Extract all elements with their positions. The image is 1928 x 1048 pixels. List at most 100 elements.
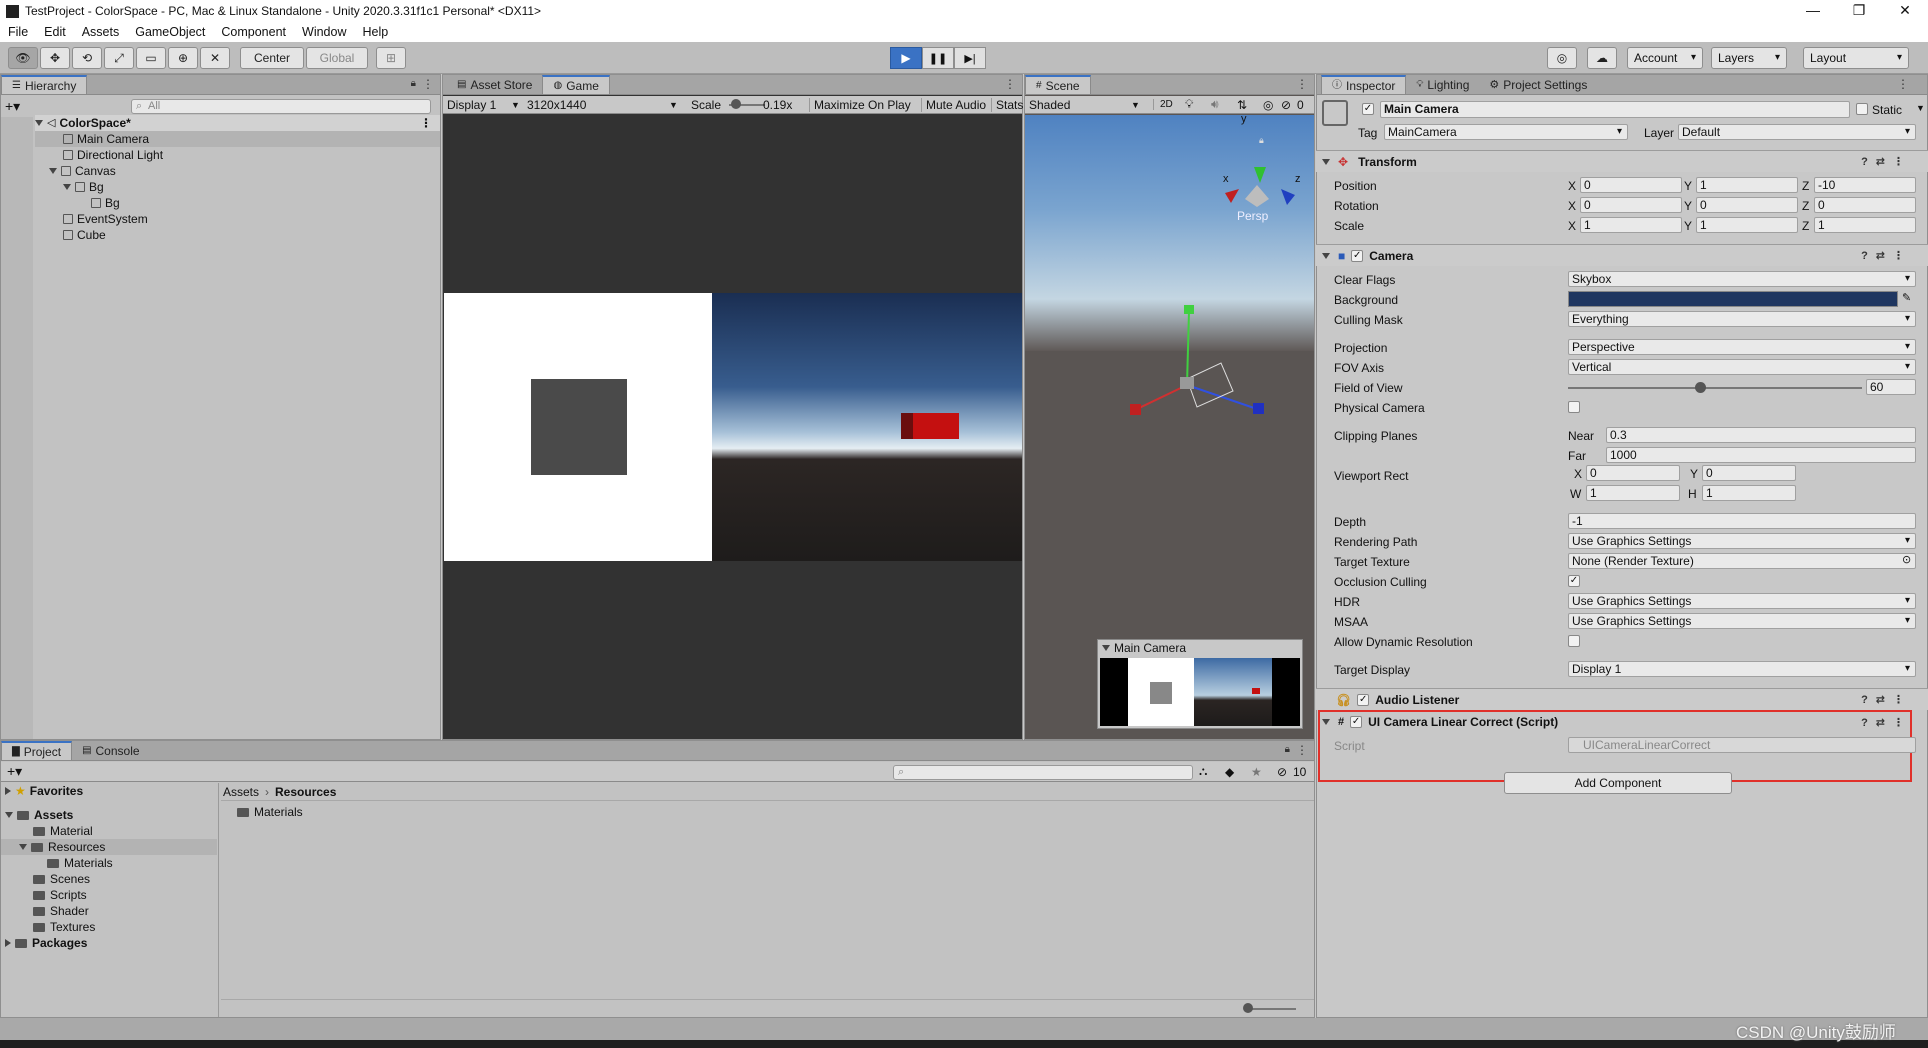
hidden-packages-icon[interactable]: ⊘ bbox=[1277, 765, 1287, 779]
camera-enabled-checkbox[interactable]: ✓ bbox=[1351, 249, 1364, 262]
tree-material[interactable]: Material bbox=[33, 823, 93, 839]
panel-menu-icon[interactable]: ⋮ bbox=[1897, 77, 1909, 91]
viewport-x-field[interactable]: 0 bbox=[1586, 465, 1680, 481]
position-y-field[interactable]: 1 bbox=[1696, 177, 1798, 193]
depth-field[interactable]: -1 bbox=[1568, 513, 1916, 529]
tab-scene[interactable]: # Scene bbox=[1025, 75, 1091, 94]
collab-icon[interactable]: ◎ bbox=[1547, 47, 1577, 69]
tree-materials[interactable]: Materials bbox=[47, 855, 113, 871]
menu-assets[interactable]: Assets bbox=[82, 25, 120, 39]
fov-axis-dropdown[interactable]: Vertical bbox=[1568, 359, 1916, 375]
mute-audio-toggle[interactable]: Mute Audio bbox=[921, 97, 986, 112]
create-plus-icon[interactable]: +▾ bbox=[5, 98, 20, 115]
target-display-dropdown[interactable]: Display 1 bbox=[1568, 661, 1916, 677]
tree-scenes[interactable]: Scenes bbox=[33, 871, 90, 887]
hierarchy-item-bg[interactable]: Bg bbox=[63, 179, 104, 195]
panel-menu-icon[interactable]: ⋮ bbox=[422, 77, 434, 91]
pivot-center-button[interactable]: Center bbox=[240, 47, 304, 69]
expand-arrow-icon[interactable] bbox=[5, 812, 13, 818]
transform-tool-icon[interactable]: ⊕ bbox=[168, 47, 198, 69]
audio-listener-header[interactable]: 🎧︎ ✓ Audio Listener ?⇄⋮ bbox=[1316, 688, 1928, 710]
menu-gameobject[interactable]: GameObject bbox=[135, 25, 205, 39]
tag-dropdown[interactable]: MainCamera bbox=[1384, 124, 1628, 140]
gizmo-lock-icon[interactable]: 🔒︎ bbox=[1259, 135, 1264, 146]
step-button[interactable]: ▶| bbox=[954, 47, 986, 69]
filter-label-icon[interactable]: ◆ bbox=[1225, 765, 1234, 779]
viewport-h-field[interactable]: 1 bbox=[1702, 485, 1796, 501]
component-header-icons[interactable]: ?⇄⋮ bbox=[1861, 155, 1912, 168]
component-header-icons[interactable]: ?⇄⋮ bbox=[1861, 716, 1912, 729]
object-name-field[interactable]: Main Camera bbox=[1380, 101, 1850, 118]
lock-icon[interactable]: 🔒︎ bbox=[1285, 744, 1290, 755]
audio-listener-checkbox[interactable]: ✓ bbox=[1357, 693, 1370, 706]
icon-size-slider-handle[interactable] bbox=[1243, 1003, 1253, 1013]
account-dropdown[interactable]: Account bbox=[1627, 47, 1703, 69]
foldout-arrow-icon[interactable] bbox=[1322, 158, 1330, 165]
tab-lighting[interactable]: 💡︎ Lighting bbox=[1406, 75, 1479, 94]
layer-dropdown[interactable]: Default bbox=[1678, 124, 1916, 140]
tab-inspector[interactable]: ⓘ Inspector bbox=[1321, 75, 1407, 94]
tab-asset-store[interactable]: ▤ Asset Store bbox=[447, 75, 542, 94]
hierarchy-search-input[interactable]: ⌕ All bbox=[131, 99, 431, 114]
menu-edit[interactable]: Edit bbox=[44, 25, 66, 39]
hierarchy-item-directional-light[interactable]: Directional Light bbox=[63, 147, 163, 163]
background-color-field[interactable] bbox=[1568, 291, 1898, 307]
custom-tool-icon[interactable]: ✕ bbox=[200, 47, 230, 69]
breadcrumb-assets[interactable]: Assets bbox=[223, 785, 259, 799]
display-dropdown[interactable]: Display 1 bbox=[447, 98, 496, 112]
pause-button[interactable]: ❚❚ bbox=[922, 47, 954, 69]
position-z-field[interactable]: -10 bbox=[1814, 177, 1916, 193]
viewport-y-field[interactable]: 0 bbox=[1702, 465, 1796, 481]
menu-file[interactable]: File bbox=[8, 25, 28, 39]
hdr-dropdown[interactable]: Use Graphics Settings bbox=[1568, 593, 1916, 609]
tab-game[interactable]: ◍ Game bbox=[542, 75, 610, 94]
pivot-global-button[interactable]: Global bbox=[306, 47, 368, 69]
maximize-on-play-toggle[interactable]: Maximize On Play bbox=[809, 97, 911, 112]
layers-dropdown[interactable]: Layers bbox=[1711, 47, 1787, 69]
move-tool-icon[interactable]: ✥ bbox=[40, 47, 70, 69]
hierarchy-item-main-camera[interactable]: Main Camera bbox=[35, 131, 440, 147]
2d-toggle[interactable]: 2D bbox=[1153, 99, 1173, 110]
component-header-icons[interactable]: ?⇄⋮ bbox=[1861, 693, 1912, 706]
close-button[interactable]: ✕ bbox=[1882, 0, 1928, 22]
fov-field[interactable]: 60 bbox=[1866, 379, 1916, 395]
menu-component[interactable]: Component bbox=[221, 25, 286, 39]
tree-packages[interactable]: Packages bbox=[5, 935, 87, 951]
scale-x-field[interactable]: 1 bbox=[1580, 217, 1682, 233]
favorite-star-icon[interactable]: ★ bbox=[1251, 765, 1262, 779]
rotation-x-field[interactable]: 0 bbox=[1580, 197, 1682, 213]
minimize-button[interactable]: — bbox=[1790, 0, 1836, 22]
scale-z-field[interactable]: 1 bbox=[1814, 217, 1916, 233]
panel-menu-icon[interactable]: ⋮ bbox=[1296, 77, 1308, 91]
hierarchy-item-eventsystem[interactable]: EventSystem bbox=[63, 211, 148, 227]
menu-window[interactable]: Window bbox=[302, 25, 346, 39]
component-header-icons[interactable]: ?⇄⋮ bbox=[1861, 249, 1912, 262]
shading-dropdown[interactable]: Shaded bbox=[1029, 98, 1070, 112]
tree-scripts[interactable]: Scripts bbox=[33, 887, 87, 903]
tab-project[interactable]: ▇ Project bbox=[1, 741, 73, 760]
hidden-objects-icon[interactable]: ⊘ bbox=[1281, 98, 1291, 112]
fov-slider-track[interactable] bbox=[1568, 387, 1862, 389]
culling-mask-dropdown[interactable]: Everything bbox=[1568, 311, 1916, 327]
breadcrumb-resources[interactable]: Resources bbox=[275, 785, 336, 799]
static-checkbox[interactable] bbox=[1856, 103, 1868, 115]
grid-snap-icon[interactable]: ⊞ bbox=[376, 47, 406, 69]
persp-label[interactable]: Persp bbox=[1237, 209, 1268, 223]
play-button[interactable]: ▶ bbox=[890, 47, 922, 69]
rect-tool-icon[interactable]: ▭ bbox=[136, 47, 166, 69]
object-picker-icon[interactable]: ⊙ bbox=[1902, 553, 1911, 566]
scale-slider-handle[interactable] bbox=[731, 99, 741, 109]
tab-project-settings[interactable]: ⚙ Project Settings bbox=[1479, 75, 1597, 94]
script-enabled-checkbox[interactable]: ✓ bbox=[1350, 716, 1363, 728]
layout-dropdown[interactable]: Layout bbox=[1803, 47, 1909, 69]
icon-size-slider-track[interactable] bbox=[1246, 1008, 1296, 1010]
create-plus-icon[interactable]: +▾ bbox=[7, 763, 22, 780]
project-item-materials[interactable]: Materials bbox=[237, 805, 303, 819]
expand-arrow-icon[interactable] bbox=[5, 939, 11, 947]
audio-toggle-icon[interactable]: 🔊︎ bbox=[1211, 97, 1219, 112]
view-tool-icon[interactable]: 👁 bbox=[8, 47, 38, 69]
active-checkbox[interactable]: ✓ bbox=[1362, 103, 1374, 115]
rotation-y-field[interactable]: 0 bbox=[1696, 197, 1798, 213]
tree-shader[interactable]: Shader bbox=[33, 903, 89, 919]
lock-icon[interactable]: 🔒︎ bbox=[411, 78, 416, 89]
